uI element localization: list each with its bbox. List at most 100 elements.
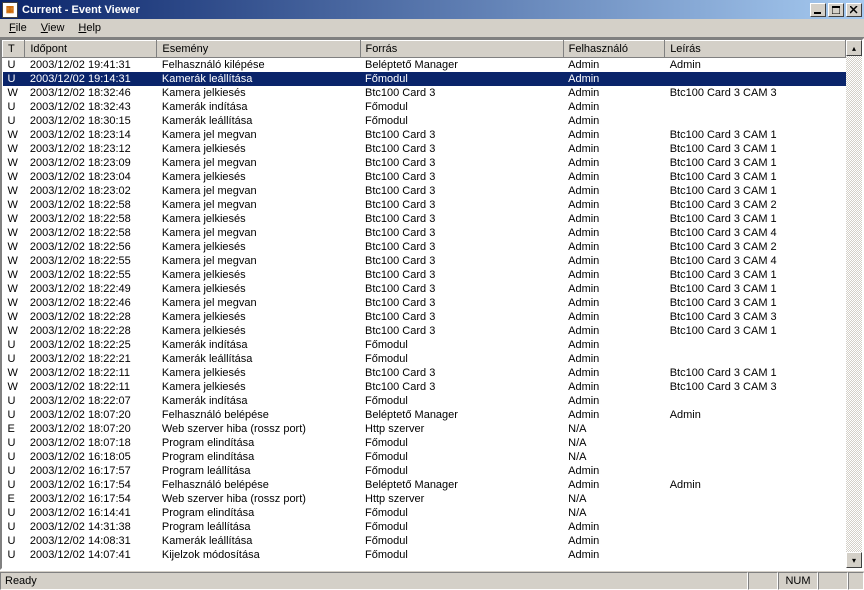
table-row[interactable]: W2003/12/02 18:22:46Kamera jel megvanBtc… bbox=[3, 296, 846, 310]
table-row[interactable]: U2003/12/02 19:14:31Kamerák leállításaFő… bbox=[3, 72, 846, 86]
cell-time: 2003/12/02 18:22:49 bbox=[25, 282, 157, 296]
cell-desc bbox=[665, 352, 846, 366]
maximize-button[interactable] bbox=[828, 3, 844, 17]
cell-t: U bbox=[3, 450, 25, 464]
cell-source: Btc100 Card 3 bbox=[360, 366, 563, 380]
vertical-scrollbar[interactable]: ▴ ▾ bbox=[846, 40, 862, 568]
table-row[interactable]: W2003/12/02 18:22:58Kamera jel megvanBtc… bbox=[3, 226, 846, 240]
cell-time: 2003/12/02 18:22:46 bbox=[25, 296, 157, 310]
cell-user: N/A bbox=[563, 422, 665, 436]
cell-time: 2003/12/02 18:07:18 bbox=[25, 436, 157, 450]
cell-user: Admin bbox=[563, 478, 665, 492]
cell-time: 2003/12/02 14:07:41 bbox=[25, 548, 157, 562]
cell-source: Főmodul bbox=[360, 506, 563, 520]
cell-time: 2003/12/02 18:32:43 bbox=[25, 100, 157, 114]
table-row[interactable]: W2003/12/02 18:23:14Kamera jel megvanBtc… bbox=[3, 128, 846, 142]
table-row[interactable]: W2003/12/02 18:22:28Kamera jelkiesésBtc1… bbox=[3, 324, 846, 338]
table-row[interactable]: W2003/12/02 18:22:49Kamera jelkiesésBtc1… bbox=[3, 282, 846, 296]
menu-file[interactable]: File bbox=[2, 20, 34, 36]
cell-desc: Btc100 Card 3 CAM 2 bbox=[665, 240, 846, 254]
cell-event: Kamera jel megvan bbox=[157, 296, 360, 310]
table-row[interactable]: W2003/12/02 18:32:46Kamera jelkiesésBtc1… bbox=[3, 86, 846, 100]
cell-source: Főmodul bbox=[360, 72, 563, 86]
cell-user: Admin bbox=[563, 296, 665, 310]
status-panel-2 bbox=[818, 572, 848, 590]
scroll-up-button[interactable]: ▴ bbox=[846, 40, 862, 56]
window-title: Current - Event Viewer bbox=[22, 4, 808, 16]
cell-t: W bbox=[3, 198, 25, 212]
table-row[interactable]: U2003/12/02 18:32:43Kamerák indításaFőmo… bbox=[3, 100, 846, 114]
table-row[interactable]: U2003/12/02 16:17:54Felhasználó belépése… bbox=[3, 478, 846, 492]
cell-t: W bbox=[3, 212, 25, 226]
cell-event: Kamera jelkiesés bbox=[157, 170, 360, 184]
table-row[interactable]: W2003/12/02 18:22:28Kamera jelkiesésBtc1… bbox=[3, 310, 846, 324]
col-header-time[interactable]: Időpont bbox=[25, 41, 157, 58]
col-header-event[interactable]: Esemény bbox=[157, 41, 360, 58]
scroll-track[interactable] bbox=[846, 56, 862, 552]
table-row[interactable]: W2003/12/02 18:22:11Kamera jelkiesésBtc1… bbox=[3, 380, 846, 394]
cell-desc: Btc100 Card 3 CAM 3 bbox=[665, 86, 846, 100]
cell-source: Főmodul bbox=[360, 352, 563, 366]
cell-time: 2003/12/02 16:18:05 bbox=[25, 450, 157, 464]
minimize-icon bbox=[814, 6, 822, 14]
close-button[interactable] bbox=[846, 3, 862, 17]
col-header-type[interactable]: T bbox=[3, 41, 25, 58]
table-row[interactable]: W2003/12/02 18:22:11Kamera jelkiesésBtc1… bbox=[3, 366, 846, 380]
col-header-source[interactable]: Forrás bbox=[360, 41, 563, 58]
menu-view[interactable]: View bbox=[34, 20, 72, 36]
table-row[interactable]: W2003/12/02 18:22:56Kamera jelkiesésBtc1… bbox=[3, 240, 846, 254]
cell-user: Admin bbox=[563, 338, 665, 352]
cell-time: 2003/12/02 18:22:56 bbox=[25, 240, 157, 254]
cell-user: Admin bbox=[563, 86, 665, 100]
table-row[interactable]: E2003/12/02 16:17:54Web szerver hiba (ro… bbox=[3, 492, 846, 506]
cell-user: Admin bbox=[563, 100, 665, 114]
table-row[interactable]: U2003/12/02 18:22:21Kamerák leállításaFő… bbox=[3, 352, 846, 366]
table-row[interactable]: U2003/12/02 16:14:41Program elindításaFő… bbox=[3, 506, 846, 520]
table-row[interactable]: U2003/12/02 18:07:18Program elindításaFő… bbox=[3, 436, 846, 450]
scroll-down-button[interactable]: ▾ bbox=[846, 552, 862, 568]
resize-grip[interactable] bbox=[848, 572, 864, 590]
cell-user: Admin bbox=[563, 520, 665, 534]
table-row[interactable]: U2003/12/02 14:07:41Kijelzok módosításaF… bbox=[3, 548, 846, 562]
minimize-button[interactable] bbox=[810, 3, 826, 17]
table-row[interactable]: W2003/12/02 18:23:02Kamera jel megvanBtc… bbox=[3, 184, 846, 198]
cell-source: Btc100 Card 3 bbox=[360, 254, 563, 268]
cell-t: U bbox=[3, 534, 25, 548]
title-bar: ▦ Current - Event Viewer bbox=[0, 0, 864, 19]
maximize-icon bbox=[832, 6, 840, 14]
menu-help[interactable]: Help bbox=[71, 20, 108, 36]
cell-desc bbox=[665, 422, 846, 436]
table-row[interactable]: W2003/12/02 18:23:09Kamera jel megvanBtc… bbox=[3, 156, 846, 170]
cell-desc bbox=[665, 464, 846, 478]
table-row[interactable]: W2003/12/02 18:22:55Kamera jelkiesésBtc1… bbox=[3, 268, 846, 282]
table-row[interactable]: U2003/12/02 16:17:57Program leállításaFő… bbox=[3, 464, 846, 478]
cell-t: U bbox=[3, 58, 25, 73]
cell-user: N/A bbox=[563, 492, 665, 506]
table-row[interactable]: W2003/12/02 18:22:55Kamera jel megvanBtc… bbox=[3, 254, 846, 268]
table-row[interactable]: W2003/12/02 18:22:58Kamera jel megvanBtc… bbox=[3, 198, 846, 212]
table-row[interactable]: U2003/12/02 19:41:31Felhasználó kilépése… bbox=[3, 58, 846, 73]
table-row[interactable]: U2003/12/02 18:22:07Kamerák indításaFőmo… bbox=[3, 394, 846, 408]
table-row[interactable]: W2003/12/02 18:22:58Kamera jelkiesésBtc1… bbox=[3, 212, 846, 226]
table-row[interactable]: W2003/12/02 18:23:04Kamera jelkiesésBtc1… bbox=[3, 170, 846, 184]
col-header-desc[interactable]: Leírás bbox=[665, 41, 846, 58]
cell-time: 2003/12/02 18:22:28 bbox=[25, 310, 157, 324]
table-row[interactable]: U2003/12/02 18:07:20Felhasználó belépése… bbox=[3, 408, 846, 422]
cell-event: Program elindítása bbox=[157, 506, 360, 520]
table-row[interactable]: U2003/12/02 14:31:38Program leállításaFő… bbox=[3, 520, 846, 534]
table-row[interactable]: U2003/12/02 16:18:05Program elindításaFő… bbox=[3, 450, 846, 464]
table-row[interactable]: U2003/12/02 18:22:25Kamerák indításaFőmo… bbox=[3, 338, 846, 352]
cell-source: Btc100 Card 3 bbox=[360, 310, 563, 324]
cell-t: U bbox=[3, 100, 25, 114]
col-header-user[interactable]: Felhasználó bbox=[563, 41, 665, 58]
cell-desc bbox=[665, 100, 846, 114]
table-row[interactable]: U2003/12/02 14:08:31Kamerák leállításaFő… bbox=[3, 534, 846, 548]
table-row[interactable]: U2003/12/02 18:30:15Kamerák leállításaFő… bbox=[3, 114, 846, 128]
cell-event: Kamera jel megvan bbox=[157, 226, 360, 240]
cell-desc: Admin bbox=[665, 478, 846, 492]
table-row[interactable]: W2003/12/02 18:23:12Kamera jelkiesésBtc1… bbox=[3, 142, 846, 156]
cell-user: Admin bbox=[563, 394, 665, 408]
cell-event: Kamera jel megvan bbox=[157, 254, 360, 268]
event-list: T Időpont Esemény Forrás Felhasználó Leí… bbox=[2, 40, 862, 568]
table-row[interactable]: E2003/12/02 18:07:20Web szerver hiba (ro… bbox=[3, 422, 846, 436]
